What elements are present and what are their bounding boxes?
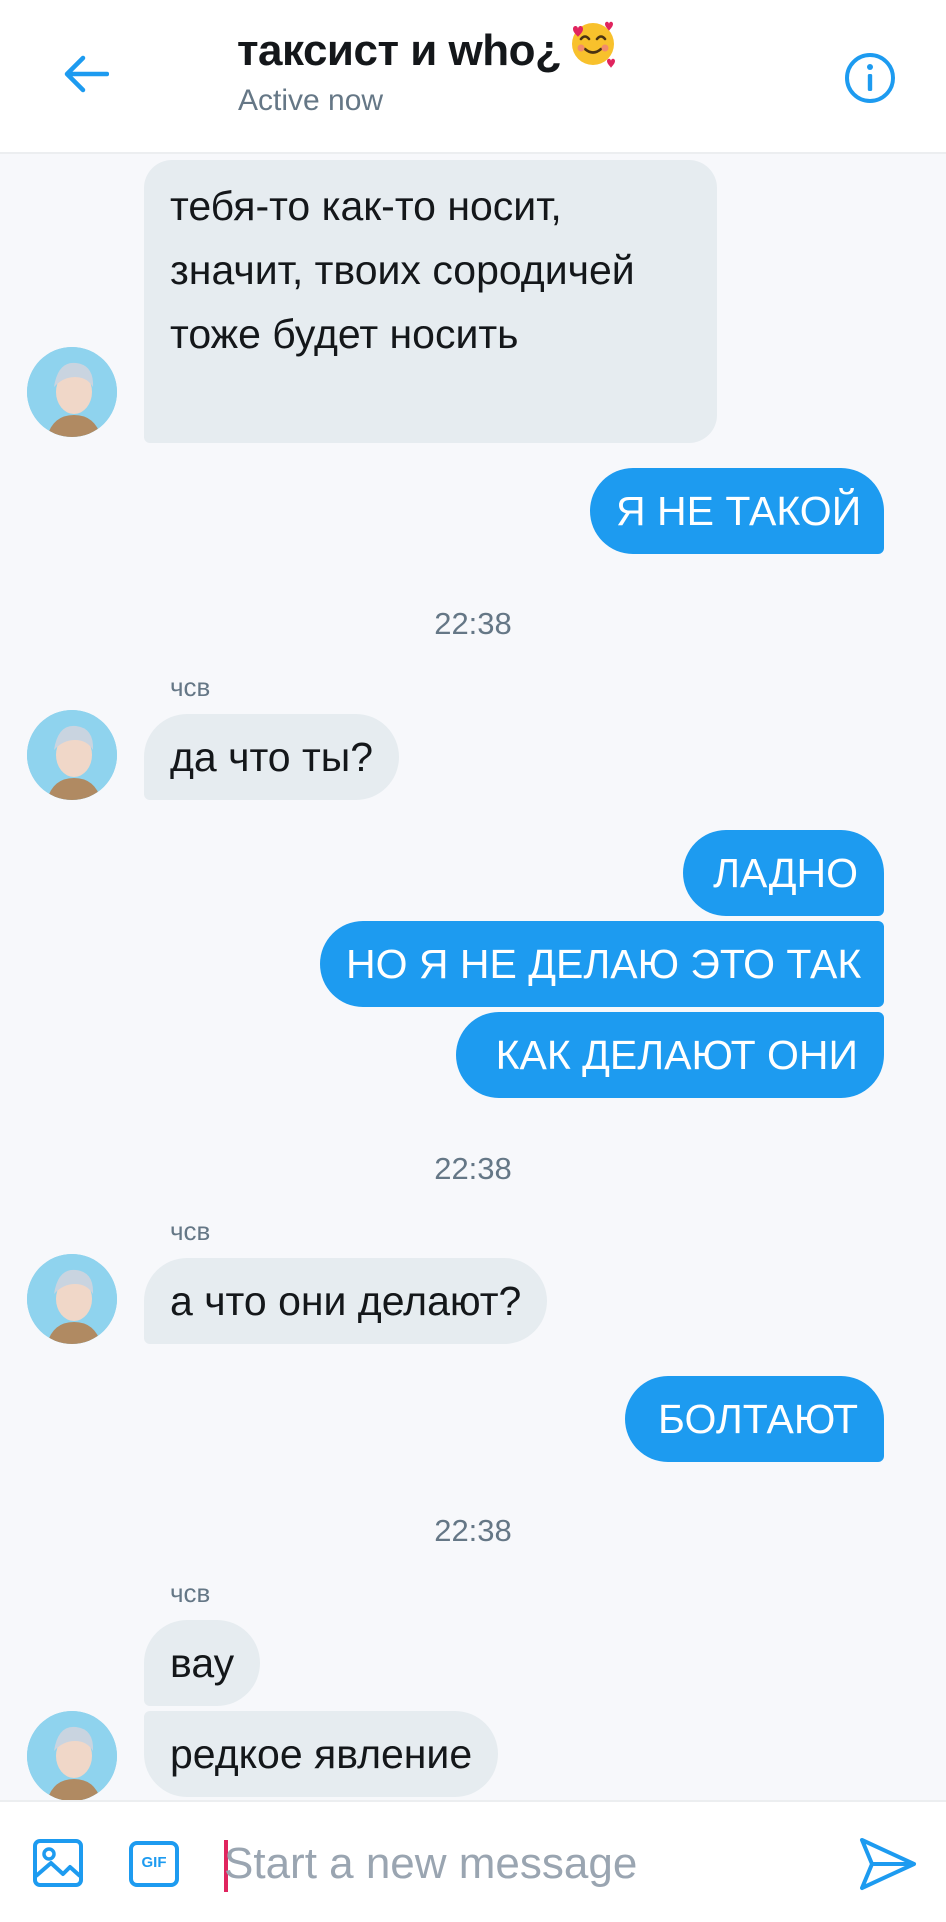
incoming-message[interactable]: да что ты? (144, 714, 400, 800)
message-input[interactable] (224, 1834, 824, 1894)
image-button[interactable] (32, 1838, 84, 1893)
arrow-left-icon (64, 55, 109, 93)
conversation-title[interactable]: таксист и who¿ (237, 21, 619, 80)
sender-name: чсв (170, 1216, 211, 1246)
timestamp: 22:38 (434, 606, 512, 641)
active-status: Active now (238, 84, 384, 117)
message-list[interactable]: тебя-то как-то носит, значит, твоих соро… (0, 154, 946, 1800)
outgoing-message[interactable]: БОЛТАЮТ (625, 1376, 884, 1462)
outgoing-message[interactable]: ЛАДНО (683, 830, 884, 916)
gif-label: GIF (141, 1854, 167, 1871)
incoming-message[interactable]: тебя-то как-то носит, значит, твоих соро… (144, 160, 717, 443)
sender-name: чсв (170, 1578, 211, 1608)
sender-name: чсв (170, 672, 211, 702)
timestamp: 22:38 (434, 1513, 512, 1548)
outgoing-message[interactable]: Я НЕ ТАКОЙ (590, 468, 884, 554)
avatar[interactable] (27, 347, 117, 437)
incoming-message[interactable]: редкое явление (144, 1711, 499, 1797)
timestamp: 22:38 (434, 1151, 512, 1186)
gif-button[interactable]: GIF (128, 1840, 180, 1893)
send-button[interactable] (858, 1836, 918, 1897)
info-button[interactable] (840, 48, 900, 108)
send-icon (860, 1838, 916, 1890)
image-icon (33, 1839, 83, 1887)
incoming-message[interactable]: вау (144, 1620, 261, 1706)
outgoing-message[interactable]: НО Я НЕ ДЕЛАЮ ЭТО ТАК (320, 921, 884, 1007)
message-composer: GIF (0, 1800, 946, 1922)
info-icon (845, 53, 895, 103)
avatar[interactable] (27, 710, 117, 800)
smiling-face-with-hearts-icon (567, 17, 619, 80)
back-button[interactable] (56, 44, 116, 104)
outgoing-message[interactable]: КАК ДЕЛАЮТ ОНИ (456, 1012, 884, 1098)
incoming-message[interactable]: а что они делают? (144, 1258, 548, 1344)
avatar[interactable] (27, 1254, 117, 1344)
avatar[interactable] (27, 1711, 117, 1800)
conversation-header: таксист и who¿ Active now (0, 0, 946, 154)
conversation-title-text: таксист и who¿ (237, 26, 562, 75)
